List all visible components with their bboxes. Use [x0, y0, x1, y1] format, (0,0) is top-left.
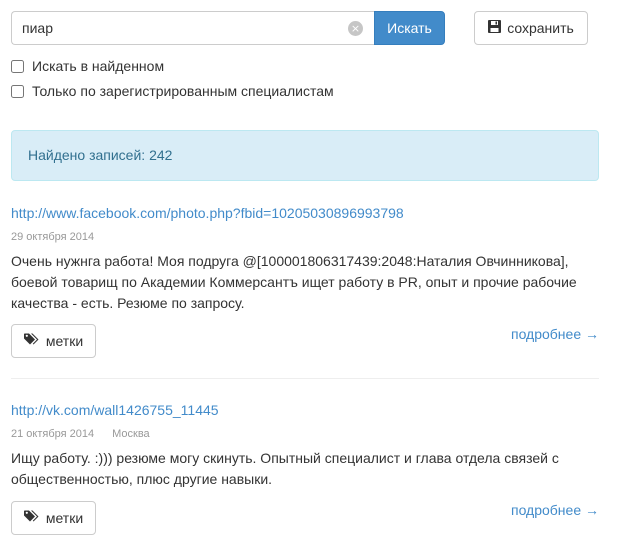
result-item: http://www.facebook.com/photo.php?fbid=1… — [11, 205, 599, 360]
more-link[interactable]: подробнее → — [511, 326, 599, 342]
filter-search-in-found[interactable]: Искать в найденном — [11, 58, 164, 74]
filter-registered-only[interactable]: Только по зарегистрированным специалиста… — [11, 83, 334, 99]
registered-only-label: Только по зарегистрированным специалиста… — [32, 83, 334, 99]
clear-icon[interactable]: × — [348, 21, 363, 36]
tags-button-label: метки — [45, 510, 84, 526]
search-button[interactable]: Искать — [374, 11, 445, 45]
result-meta: 21 октября 2014 Москва — [11, 428, 599, 440]
tags-icon — [23, 510, 40, 526]
result-divider — [11, 378, 599, 379]
result-url-link[interactable]: http://www.facebook.com/photo.php?fbid=1… — [11, 205, 599, 221]
save-button[interactable]: сохранить — [474, 11, 588, 45]
tags-button-label: метки — [45, 333, 84, 349]
search-in-found-checkbox[interactable] — [11, 59, 24, 73]
results-count-alert: Найдено записей: 242 — [11, 130, 599, 181]
results-count-text: Найдено записей: 242 — [28, 147, 173, 163]
more-link[interactable]: подробнее → — [511, 502, 599, 518]
floppy-disk-icon — [488, 20, 502, 36]
result-url-link[interactable]: http://vk.com/wall1426755_11445 — [11, 402, 599, 418]
tags-button[interactable]: метки — [11, 324, 96, 358]
save-button-label: сохранить — [507, 20, 574, 36]
result-date: 29 октября 2014 — [11, 231, 95, 243]
search-input[interactable] — [11, 11, 374, 45]
search-in-found-label: Искать в найденном — [32, 58, 165, 74]
result-item: http://vk.com/wall1426755_11445 21 октяб… — [11, 402, 599, 542]
result-text: Очень нужнга работа! Моя подруга @[10000… — [11, 253, 577, 311]
tags-icon — [23, 333, 40, 349]
search-row: × Искать — [11, 11, 445, 45]
result-text: Ищу работу. :))) резюме могу скинуть. Оп… — [11, 450, 559, 487]
result-date: 21 октября 2014 — [11, 428, 95, 440]
result-city: Москва — [112, 428, 150, 440]
registered-only-checkbox[interactable] — [11, 84, 24, 98]
result-meta: 29 октября 2014 — [11, 231, 599, 243]
tags-button[interactable]: метки — [11, 501, 96, 535]
